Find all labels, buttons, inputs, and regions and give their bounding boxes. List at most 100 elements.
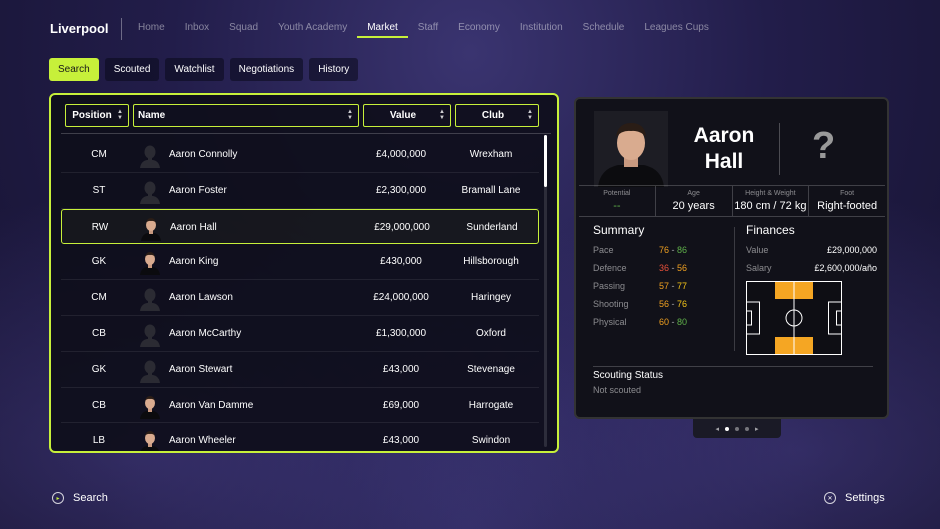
nav-item-leagues-cups[interactable]: Leagues Cups xyxy=(634,22,719,38)
cell-position: GK xyxy=(91,363,107,375)
cell-name: Aaron Lawson xyxy=(169,292,233,304)
attribute-label: Physical xyxy=(593,317,627,327)
attribute-row-shooting: Shooting 56 - 76 xyxy=(593,295,733,313)
table-row[interactable]: CM Aaron Lawson £24,000,000 Haringey xyxy=(61,280,539,316)
player-detail-card: Aaron Hall ? Potential -- Age 20 years H… xyxy=(574,97,889,419)
column-header-label: Position xyxy=(72,110,112,121)
column-header-label: Name xyxy=(138,110,166,121)
player-avatar xyxy=(140,215,162,241)
attribute-high: 80 xyxy=(677,317,688,327)
cell-position: CM xyxy=(91,149,107,160)
column-header-label: Value xyxy=(389,110,417,121)
column-header-label: Club xyxy=(481,110,505,121)
footer-settings-hint[interactable]: ✕ Settings xyxy=(824,492,885,504)
footer-settings-label: Settings xyxy=(845,492,885,504)
summary-title: Summary xyxy=(593,223,645,237)
table-row[interactable]: CB Aaron Van Damme £69,000 Harrogate xyxy=(61,388,539,424)
nav-item-institution[interactable]: Institution xyxy=(510,22,573,38)
stat-value: 180 cm / 72 kg xyxy=(734,200,807,212)
nav-items: Home Inbox Squad Youth Academy Market Staff Ec… xyxy=(128,22,719,38)
table-row[interactable]: GK Aaron Stewart £43,000 Stevenage xyxy=(61,352,539,388)
cell-club: Sunderland xyxy=(466,221,518,233)
attribute-row-defence: Defence 36 - 56 xyxy=(593,259,733,277)
footer-search-hint[interactable]: ▸ Search xyxy=(52,492,108,504)
player-search-table: Position ▲ ▼ Name ▲ ▼ Value ▲ ▼ Club ▲ ▼ CM A… xyxy=(49,93,559,453)
cell-position: ST xyxy=(92,184,106,196)
attribute-range: 36 - 56 xyxy=(659,263,688,273)
footer-search-label: Search xyxy=(73,492,108,504)
player-last-name: Hall xyxy=(704,150,744,173)
attribute-range: 76 - 86 xyxy=(659,245,688,255)
table-row[interactable]: CM Aaron Connolly £4,000,000 Wrexham xyxy=(61,137,539,173)
pager-next-icon[interactable]: ▸ xyxy=(755,425,759,433)
player-avatar xyxy=(139,285,161,312)
column-header-value[interactable]: Value ▲ ▼ xyxy=(363,104,451,127)
cell-name: Aaron Foster xyxy=(169,184,227,196)
cell-club: Stevenage xyxy=(467,363,515,375)
finance-value: £2,600,000/año xyxy=(814,263,877,273)
attribute-low: 76 xyxy=(659,245,670,255)
table-row[interactable]: LB Aaron Wheeler £43,000 Swindon xyxy=(61,423,539,451)
x-button-icon: ✕ xyxy=(824,492,836,504)
tab-search[interactable]: Search xyxy=(49,58,99,81)
cell-name: Aaron Connolly xyxy=(169,149,238,160)
stat-label: Potential xyxy=(603,190,631,197)
card-pager[interactable]: ◂ ▸ xyxy=(693,419,781,438)
player-avatar xyxy=(139,357,161,383)
table-row[interactable]: GK Aaron King £430,000 Hillsborough xyxy=(61,244,539,281)
table-row[interactable]: ST Aaron Foster £2,300,000 Bramall Lane xyxy=(61,173,539,209)
attribute-list: Pace 76 - 86 Defence 36 - 56 Passing 57 - 77 S… xyxy=(593,241,733,331)
sort-arrows-icon: ▲ ▼ xyxy=(527,109,533,121)
cell-name: Aaron McCarthy xyxy=(169,327,242,339)
table-row[interactable]: RW Aaron Hall £29,000,000 Sunderland xyxy=(61,208,539,245)
tab-watchlist[interactable]: Watchlist xyxy=(165,58,224,81)
attribute-row-physical: Physical 60 - 80 xyxy=(593,313,733,331)
nav-item-staff[interactable]: Staff xyxy=(408,22,448,38)
nav-item-squad[interactable]: Squad xyxy=(219,22,268,38)
name-divider xyxy=(779,123,780,175)
attribute-range: 57 - 77 xyxy=(659,281,688,291)
cell-position: GK xyxy=(91,256,107,268)
club-name: Liverpool xyxy=(50,21,109,36)
summary-section: Summary Pace 76 - 86 Defence 36 - 56 Passing… xyxy=(593,223,733,331)
tab-negotiations[interactable]: Negotiations xyxy=(229,58,304,81)
nav-item-market[interactable]: Market xyxy=(357,22,408,38)
attribute-label: Defence xyxy=(593,263,627,273)
nav-item-inbox[interactable]: Inbox xyxy=(175,22,219,38)
cell-club: Swindon xyxy=(471,435,511,447)
nav-item-economy[interactable]: Economy xyxy=(448,22,510,38)
tab-scouted[interactable]: Scouted xyxy=(104,58,160,81)
cell-position: LB xyxy=(92,435,106,447)
cell-name: Aaron Van Damme xyxy=(169,399,254,411)
sort-arrows-icon: ▲ ▼ xyxy=(117,109,123,121)
attribute-label: Passing xyxy=(593,281,626,291)
attribute-high: 76 xyxy=(677,299,688,309)
player-first-name: Aaron xyxy=(693,124,755,147)
player-avatar xyxy=(139,393,161,419)
attribute-high: 86 xyxy=(677,245,688,255)
column-header-position[interactable]: Position ▲ ▼ xyxy=(65,104,129,127)
table-header: Position ▲ ▼ Name ▲ ▼ Value ▲ ▼ Club ▲ ▼ xyxy=(65,104,543,127)
attribute-low: 56 xyxy=(659,299,670,309)
cell-name: Aaron King xyxy=(169,256,219,268)
stat-value: Right-footed xyxy=(817,200,878,212)
pager-prev-icon[interactable]: ◂ xyxy=(715,425,719,433)
nav-item-home[interactable]: Home xyxy=(128,22,175,38)
cell-club: Bramall Lane xyxy=(461,184,521,196)
column-header-name[interactable]: Name ▲ ▼ xyxy=(133,104,359,127)
stat-age: Age 20 years xyxy=(656,186,733,216)
column-header-club[interactable]: Club ▲ ▼ xyxy=(455,104,539,127)
stat-label: Height & Weight xyxy=(745,190,796,197)
attribute-range: 60 - 80 xyxy=(659,317,688,327)
scrollbar-thumb[interactable] xyxy=(544,135,547,187)
stat-value: 20 years xyxy=(672,200,715,212)
nav-item-schedule[interactable]: Schedule xyxy=(573,22,635,38)
table-row[interactable]: CB Aaron McCarthy £1,300,000 Oxford xyxy=(61,316,539,352)
table-scrollbar[interactable] xyxy=(544,135,547,447)
column-divider xyxy=(734,227,735,351)
player-avatar xyxy=(139,249,161,276)
nav-item-youth-academy[interactable]: Youth Academy xyxy=(268,22,357,38)
sort-arrows-icon: ▲ ▼ xyxy=(439,109,445,121)
tab-history[interactable]: History xyxy=(309,58,359,81)
finance-salary-row: Salary £2,600,000/año xyxy=(746,259,881,277)
